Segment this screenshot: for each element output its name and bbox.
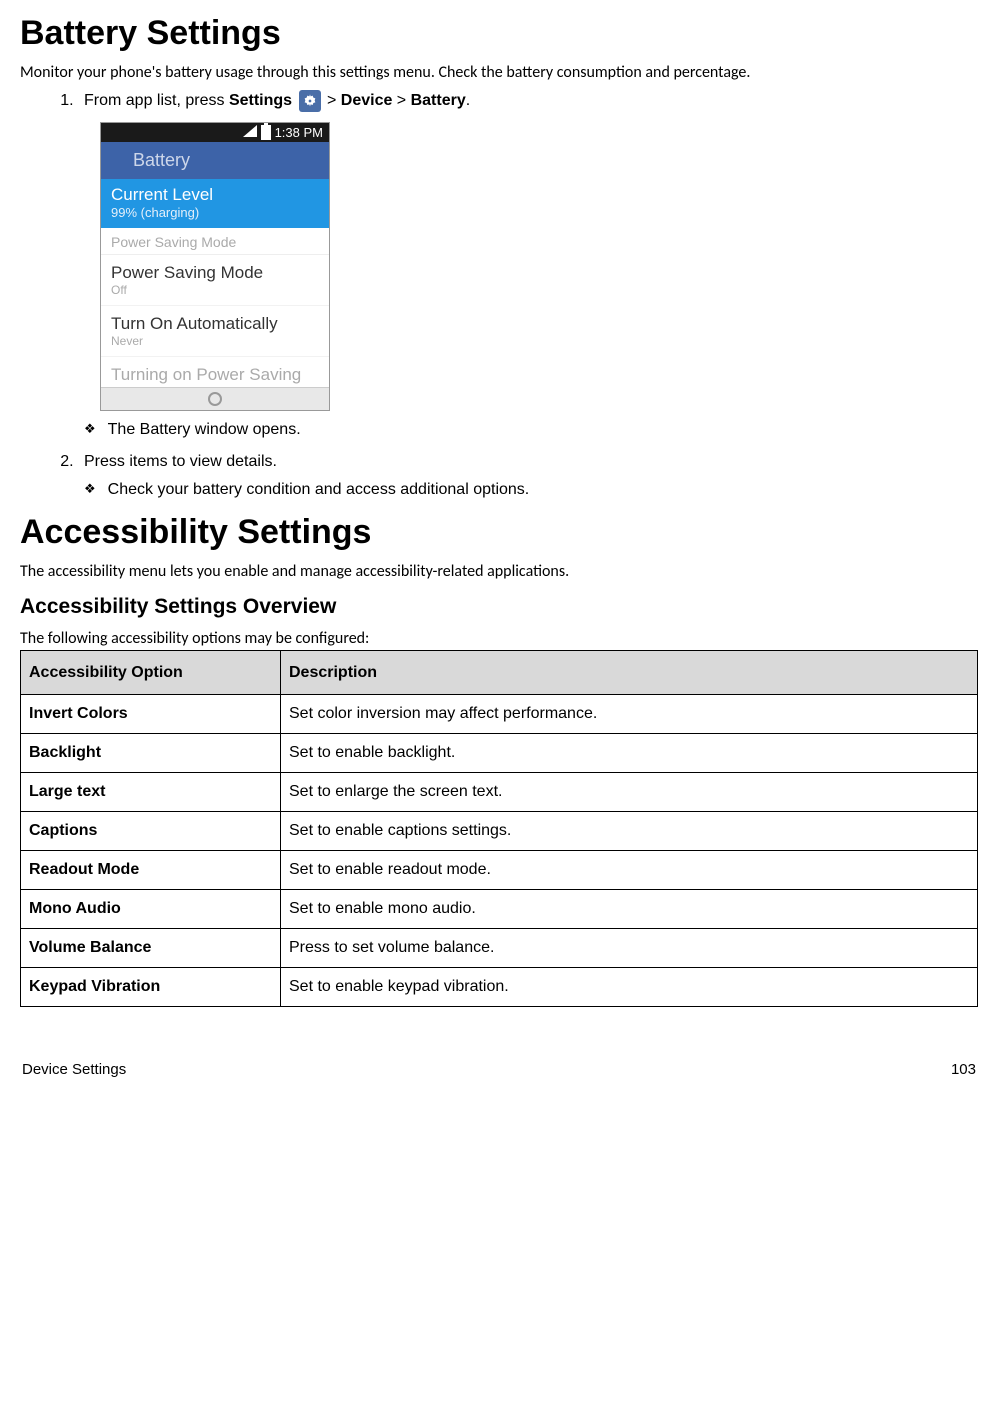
- th-option: Accessibility Option: [21, 651, 281, 695]
- power-saving-mode-row[interactable]: Power Saving Mode Off: [101, 255, 329, 306]
- opt-cell: Keypad Vibration: [21, 968, 281, 1007]
- app-header: Battery: [101, 142, 329, 179]
- intro-text: Monitor your phone's battery usage throu…: [20, 63, 978, 82]
- battery-icon: [261, 125, 271, 140]
- table-row: BacklightSet to enable backlight.: [21, 734, 978, 773]
- desc-cell: Set to enable captions settings.: [281, 812, 978, 851]
- nav-bar: [101, 387, 329, 410]
- footer-section: Device Settings: [22, 1061, 126, 1078]
- battery-screenshot: 1:38 PM Battery Current Level 99% (charg…: [100, 122, 330, 411]
- step1-device: Device: [341, 92, 393, 109]
- bullet-check-battery: Check your battery condition and access …: [84, 481, 978, 499]
- opt-cell: Volume Balance: [21, 929, 281, 968]
- table-row: CaptionsSet to enable captions settings.: [21, 812, 978, 851]
- opt-cell: Backlight: [21, 734, 281, 773]
- step1-gt2: >: [392, 92, 410, 109]
- table-row: Keypad VibrationSet to enable keypad vib…: [21, 968, 978, 1007]
- page-footer: Device Settings 103: [20, 1061, 978, 1078]
- turning-on-row: Turning on Power Saving: [101, 357, 329, 387]
- accessibility-intro: The accessibility menu lets you enable a…: [20, 562, 978, 581]
- turning-on-text: Turning on Power Saving: [111, 365, 319, 385]
- table-row: Large textSet to enlarge the screen text…: [21, 773, 978, 812]
- desc-cell: Set to enable backlight.: [281, 734, 978, 773]
- opt-cell: Mono Audio: [21, 890, 281, 929]
- psm-value: Off: [111, 283, 319, 297]
- opt-cell: Captions: [21, 812, 281, 851]
- table-row: Invert ColorsSet color inversion may aff…: [21, 695, 978, 734]
- home-icon[interactable]: [208, 392, 222, 406]
- opt-cell: Invert Colors: [21, 695, 281, 734]
- accessibility-intro3: The following accessibility options may …: [20, 629, 978, 648]
- auto-title: Turn On Automatically: [111, 314, 319, 334]
- step1-prefix: From app list, press: [84, 92, 229, 109]
- heading-accessibility-settings: Accessibility Settings: [20, 513, 978, 552]
- opt-cell: Large text: [21, 773, 281, 812]
- footer-page-number: 103: [951, 1061, 976, 1078]
- desc-cell: Set to enable mono audio.: [281, 890, 978, 929]
- heading-battery-settings: Battery Settings: [20, 14, 978, 53]
- th-description: Description: [281, 651, 978, 695]
- signal-icon: [243, 125, 257, 140]
- table-row: Mono AudioSet to enable mono audio.: [21, 890, 978, 929]
- opt-cell: Readout Mode: [21, 851, 281, 890]
- step1-battery: Battery: [411, 92, 466, 109]
- current-level-row[interactable]: Current Level 99% (charging): [101, 179, 329, 228]
- desc-cell: Set to enlarge the screen text.: [281, 773, 978, 812]
- desc-cell: Set color inversion may affect performan…: [281, 695, 978, 734]
- desc-cell: Set to enable keypad vibration.: [281, 968, 978, 1007]
- table-header-row: Accessibility Option Description: [21, 651, 978, 695]
- accessibility-table: Accessibility Option Description Invert …: [20, 650, 978, 1007]
- status-bar: 1:38 PM: [101, 123, 329, 142]
- step-1: From app list, press Settings > Device >…: [78, 90, 978, 112]
- bullet-battery-opens: The Battery window opens.: [84, 421, 978, 439]
- section-power-saving: Power Saving Mode: [101, 228, 329, 255]
- desc-cell: Set to enable readout mode.: [281, 851, 978, 890]
- step1-suffix: .: [466, 92, 470, 109]
- table-row: Volume BalancePress to set volume balanc…: [21, 929, 978, 968]
- settings-icon: [299, 90, 321, 112]
- step1-gt1: >: [327, 92, 341, 109]
- table-row: Readout ModeSet to enable readout mode.: [21, 851, 978, 890]
- current-level-title: Current Level: [111, 185, 319, 205]
- auto-value: Never: [111, 334, 319, 348]
- status-time: 1:38 PM: [275, 125, 323, 140]
- step1-settings: Settings: [229, 92, 292, 109]
- psm-title: Power Saving Mode: [111, 263, 319, 283]
- desc-cell: Press to set volume balance.: [281, 929, 978, 968]
- turn-on-automatically-row[interactable]: Turn On Automatically Never: [101, 306, 329, 357]
- step-2: Press items to view details.: [78, 453, 978, 471]
- current-level-value: 99% (charging): [111, 205, 319, 220]
- subheading-overview: Accessibility Settings Overview: [20, 595, 978, 619]
